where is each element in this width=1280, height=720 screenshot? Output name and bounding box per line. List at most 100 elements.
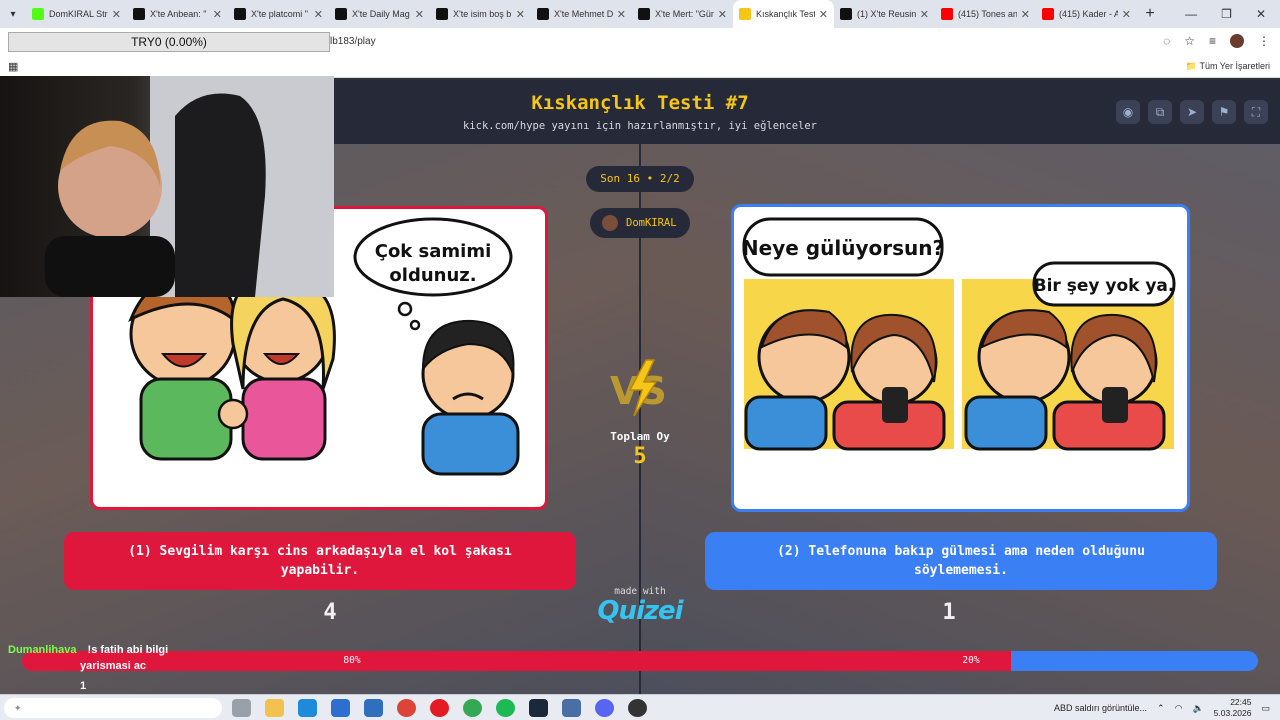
eye-icon[interactable]: ◉ bbox=[1116, 100, 1140, 124]
restore-icon[interactable]: ❐ bbox=[1221, 7, 1232, 21]
tab-search-icon[interactable]: ▾ bbox=[0, 0, 26, 28]
taskbar-search[interactable]: ✦ bbox=[4, 698, 222, 718]
tab-close-icon[interactable]: ✕ bbox=[112, 8, 121, 21]
volume-icon[interactable]: 🔈 bbox=[1192, 703, 1203, 714]
new-tab-button[interactable]: + bbox=[1137, 5, 1163, 23]
apps-grid-icon[interactable]: ▦ bbox=[8, 60, 18, 73]
tab-favicon-icon bbox=[335, 8, 347, 20]
browser-tab[interactable]: X'te Anbean: " ✕ bbox=[127, 0, 228, 28]
total-votes-label: Toplam Oy bbox=[610, 430, 670, 443]
chat-message: Dumanlihava !s fatih abi bilgi bbox=[8, 644, 168, 656]
notifications-icon[interactable]: ▭ bbox=[1261, 703, 1270, 714]
news-widget[interactable]: ABD saldırı görüntüle... bbox=[1054, 703, 1147, 713]
media-icon[interactable]: ≡ bbox=[1209, 34, 1216, 48]
chat-username: Dumanlihava bbox=[8, 644, 77, 656]
tab-close-icon[interactable]: ✕ bbox=[819, 8, 828, 21]
discord-icon[interactable] bbox=[595, 699, 614, 717]
browser-tab[interactable]: X'te isim boş b ✕ bbox=[430, 0, 531, 28]
tab-label: X'te Daily Mag bbox=[352, 9, 410, 19]
send-icon[interactable]: ➤ bbox=[1180, 100, 1204, 124]
all-bookmarks-link[interactable]: 📁 Tüm Yer İşaretleri bbox=[1186, 61, 1270, 72]
browser-tab[interactable]: Kıskançlık Testi ✕ bbox=[733, 0, 834, 28]
window-controls: — ❐ ✕ bbox=[1185, 7, 1280, 21]
left-vote-count: 4 bbox=[323, 600, 337, 625]
tab-close-icon[interactable]: ✕ bbox=[213, 8, 222, 21]
total-votes-value: 5 bbox=[633, 444, 647, 469]
eye-off-icon[interactable]: ◌ bbox=[1163, 34, 1170, 48]
close-window-icon[interactable]: ✕ bbox=[1256, 7, 1266, 21]
bubble-question-text: Neye gülüyorsun? bbox=[742, 236, 944, 260]
tab-close-icon[interactable]: ✕ bbox=[920, 8, 929, 21]
flag-icon[interactable]: ⚑ bbox=[1212, 100, 1236, 124]
app-icon[interactable] bbox=[562, 699, 581, 717]
browser-tab[interactable]: (415) Kader - A ✕ bbox=[1036, 0, 1137, 28]
browser-tab[interactable]: (415) Tones an ✕ bbox=[935, 0, 1036, 28]
obs-icon[interactable] bbox=[628, 699, 647, 717]
tab-close-icon[interactable]: ✕ bbox=[516, 8, 525, 21]
jealous-shirt bbox=[421, 412, 520, 476]
clock[interactable]: 22:45 5.03.2026 bbox=[1214, 697, 1252, 719]
tab-close-icon[interactable]: ✕ bbox=[314, 8, 323, 21]
browser-tab[interactable]: X'te Daily Mag ✕ bbox=[329, 0, 430, 28]
tab-favicon-icon bbox=[133, 8, 145, 20]
tab-favicon-icon bbox=[32, 8, 44, 20]
edge-icon[interactable] bbox=[298, 699, 317, 717]
browser-tab[interactable]: (1) X'te Reusin ✕ bbox=[834, 0, 935, 28]
tab-close-icon[interactable]: ✕ bbox=[1122, 8, 1131, 21]
round-badge: Son 16 • 2/2 bbox=[586, 166, 694, 192]
right-percent: 20% bbox=[962, 655, 980, 666]
boy-shirt bbox=[139, 377, 233, 461]
spotify-icon[interactable] bbox=[496, 699, 515, 717]
browser-tab[interactable]: DomKIRAL Stre ✕ bbox=[26, 0, 127, 28]
bookmark-star-icon[interactable]: ☆ bbox=[1184, 34, 1195, 48]
fullscreen-icon[interactable]: ⛶ bbox=[1244, 100, 1268, 124]
clock-date: 5.03.2026 bbox=[1213, 708, 1252, 718]
share-icon[interactable]: ⧉ bbox=[1148, 100, 1172, 124]
tab-favicon-icon bbox=[941, 8, 953, 20]
browser-tab[interactable]: X'te platcomi " ✕ bbox=[228, 0, 329, 28]
minimize-icon[interactable]: — bbox=[1185, 7, 1197, 21]
header-actions: ◉ ⧉ ➤ ⚑ ⛶ bbox=[1116, 100, 1268, 124]
chrome-profile-icon[interactable] bbox=[463, 699, 482, 717]
bubble-line-1: Çok samimi bbox=[375, 241, 492, 262]
tab-label: DomKIRAL Stre bbox=[49, 9, 108, 19]
profile-avatar[interactable] bbox=[1230, 34, 1244, 48]
chat-text-cont: yarismasi ac bbox=[80, 660, 147, 672]
webcam-feed bbox=[45, 76, 334, 297]
quizei-logo[interactable]: Quizei bbox=[590, 596, 690, 626]
tray-chevron-icon[interactable]: ⌃ bbox=[1157, 703, 1165, 714]
tab-close-icon[interactable]: ✕ bbox=[718, 8, 727, 21]
user-name: DomKIRAL bbox=[626, 217, 677, 229]
url-field[interactable]: lb183/play bbox=[330, 36, 376, 47]
tab-label: X'te isim boş b bbox=[453, 9, 512, 19]
store-icon[interactable] bbox=[331, 699, 350, 717]
phone-2 bbox=[1102, 387, 1128, 423]
toolbar-icons: ◌ ☆ ≡ ⋮ bbox=[1163, 34, 1270, 48]
tab-favicon-icon bbox=[739, 8, 751, 20]
browser-tab[interactable]: X'te Mehmet D ✕ bbox=[531, 0, 632, 28]
tab-label: (415) Kader - A bbox=[1059, 9, 1118, 19]
bubble-line-2: oldunuz. bbox=[389, 265, 476, 286]
tab-close-icon[interactable]: ✕ bbox=[617, 8, 626, 21]
tab-close-icon[interactable]: ✕ bbox=[1021, 8, 1030, 21]
steam-icon[interactable] bbox=[529, 699, 548, 717]
mail-icon[interactable] bbox=[364, 699, 383, 717]
opera-icon[interactable] bbox=[430, 699, 449, 717]
hands bbox=[217, 398, 249, 430]
chrome-icon[interactable] bbox=[397, 699, 416, 717]
browser-tab[interactable]: X'te Mert: "Gür ✕ bbox=[632, 0, 733, 28]
file-explorer-icon[interactable] bbox=[265, 699, 284, 717]
menu-icon[interactable]: ⋮ bbox=[1258, 34, 1270, 48]
system-tray: ABD saldırı görüntüle... ⌃ ◠ 🔈 22:45 5.0… bbox=[1054, 697, 1270, 719]
wifi-icon[interactable]: ◠ bbox=[1175, 703, 1183, 714]
tab-close-icon[interactable]: ✕ bbox=[415, 8, 424, 21]
vote-progress-bar: 80% 20% bbox=[22, 651, 1258, 671]
option-right-card[interactable]: Neye gülüyorsun? Bir şey yok ya. bbox=[731, 204, 1190, 512]
option-right-illustration: Neye gülüyorsun? Bir şey yok ya. bbox=[742, 217, 1176, 451]
tab-favicon-icon bbox=[537, 8, 549, 20]
option-right-button[interactable]: (2) Telefonuna bakıp gülmesi ama neden o… bbox=[705, 532, 1217, 590]
task-view-icon[interactable] bbox=[232, 699, 251, 717]
bubble-answer-text: Bir şey yok ya. bbox=[1034, 276, 1175, 296]
option-left-button[interactable]: (1) Sevgilim karşı cins arkadaşıyla el k… bbox=[64, 532, 576, 590]
tab-label: (415) Tones an bbox=[958, 9, 1017, 19]
